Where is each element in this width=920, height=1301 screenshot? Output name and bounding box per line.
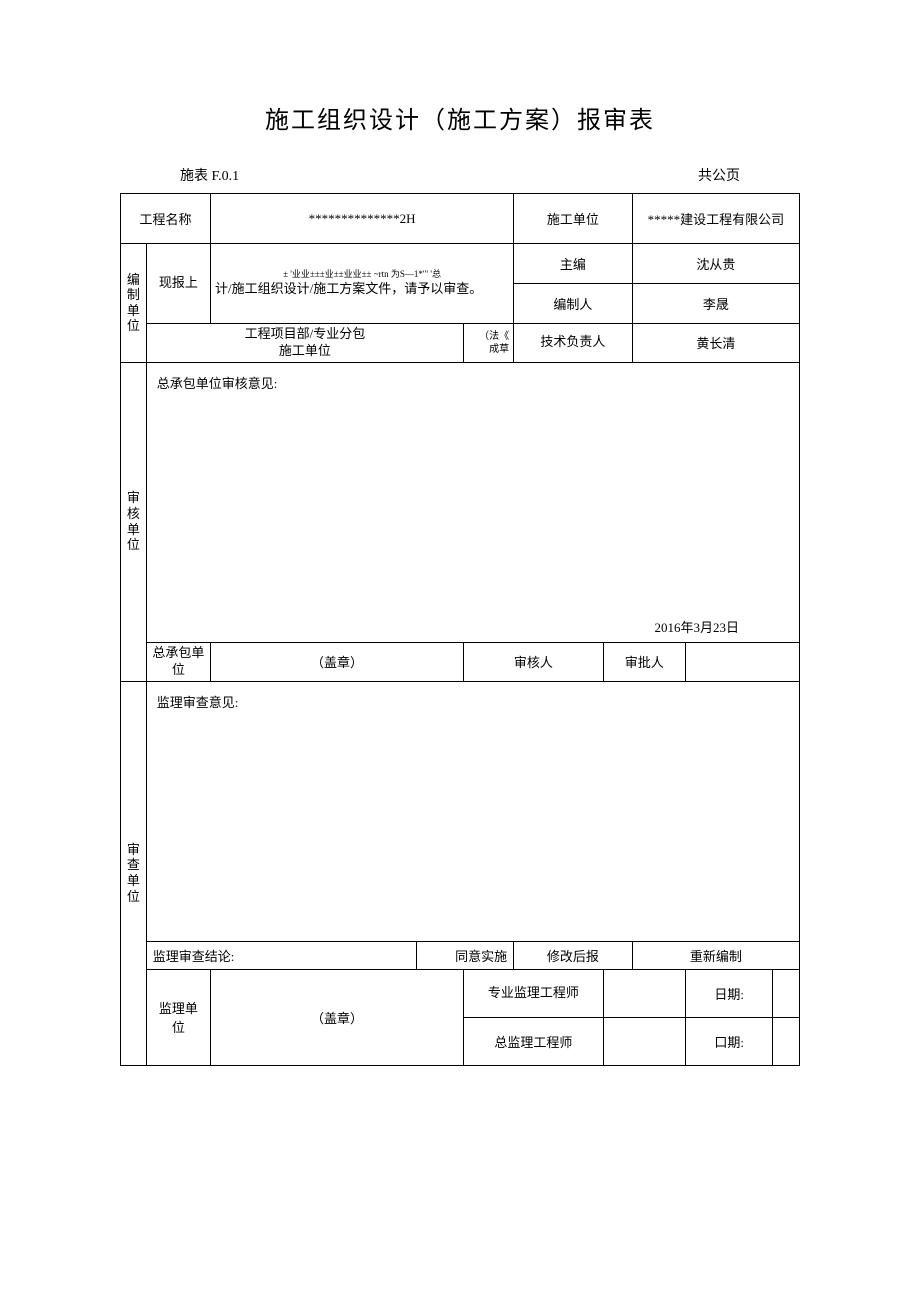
report-prefix: 现报上 (146, 244, 210, 324)
org-note: （法《 成草 (464, 324, 514, 363)
auditor-label: 审核人 (464, 642, 604, 681)
pro-engineer-label: 专业监理工程师 (464, 969, 604, 1017)
audit-opinion-label: 总承包单位审核意见: (157, 373, 789, 392)
project-name-label: 工程名称 (121, 194, 211, 244)
compiler-value: 李晟 (632, 284, 799, 324)
org-label: 工程项目部/专业分包 施工单位 (146, 324, 463, 363)
audit-seal: （盖章） (211, 642, 464, 681)
chief-engineer-label: 总监理工程师 (464, 1017, 604, 1065)
pro-engineer-value (603, 969, 685, 1017)
date-value-2 (773, 1017, 800, 1065)
construction-unit-label: 施工单位 (514, 194, 633, 244)
date-label-2: 口期: (685, 1017, 772, 1065)
audit-date: 2016年3月23日 (654, 617, 739, 636)
compiler-label: 编制人 (514, 284, 633, 324)
conclusion-option-1: 同意实施 (416, 941, 514, 969)
audit-side-label: 审核单位 (121, 362, 147, 681)
header-right: 共公页 (698, 165, 740, 185)
form-table: 工程名称 **************2H 施工单位 *****建设工程有限公司… (120, 193, 800, 1066)
tech-lead-label: 技术负责人 (514, 324, 633, 363)
supervisor-unit-label: 监理单位 (146, 969, 210, 1065)
conclusion-option-3: 重新编制 (632, 941, 799, 969)
approver-value (685, 642, 799, 681)
construction-unit-value: *****建设工程有限公司 (632, 194, 799, 244)
chief-editor-label: 主编 (514, 244, 633, 284)
tech-lead-value: 黄长清 (632, 324, 799, 363)
date-label-1: 日期: (685, 969, 772, 1017)
review-seal: （盖章） (211, 969, 464, 1065)
project-name-value: **************2H (211, 194, 514, 244)
report-text: ± '业业±±±业±±业业±± ~rtn 为S—1*'" '总 计/施工组织设计… (211, 244, 514, 324)
header-row: 施表 F.0.1 共公页 (120, 165, 800, 185)
audit-opinion-area: 总承包单位审核意见: 2016年3月23日 (146, 362, 799, 642)
date-value-1 (773, 969, 800, 1017)
compile-side-label: 编制单位 (121, 244, 147, 363)
header-left: 施表 F.0.1 (180, 165, 239, 185)
review-opinion-label-cell: 监理审查意见: (146, 681, 416, 941)
contractor-label: 总承包单位 (146, 642, 210, 681)
review-side-label: 审查单位 (121, 681, 147, 1065)
approver-label: 审批人 (603, 642, 685, 681)
chief-engineer-value (603, 1017, 685, 1065)
page-title: 施工组织设计（施工方案）报审表 (120, 100, 800, 135)
review-opinion-label: 监理审查意见: (157, 692, 406, 711)
chief-editor-value: 沈从贵 (632, 244, 799, 284)
review-opinion-area (416, 681, 799, 941)
conclusion-option-2: 修改后报 (514, 941, 633, 969)
conclusion-label: 监理审查结论: (146, 941, 416, 969)
